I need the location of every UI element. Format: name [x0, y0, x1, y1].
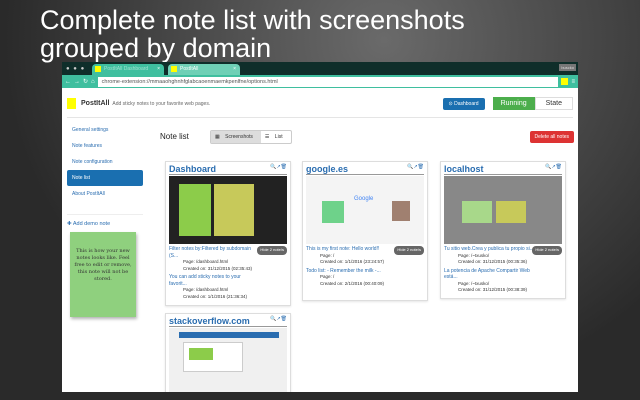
label: Screenshots [225, 134, 253, 140]
address-bar: ← → ↻ ⌂ chrome-extension://mmaaohghnhfglabc… [62, 75, 578, 88]
running-toggle[interactable]: Running [492, 97, 535, 110]
hide-notes-button[interactable]: Hide 2 note/s [257, 246, 287, 255]
tab-label: PostItAll [180, 66, 199, 72]
note-link[interactable]: You can add sticky notes to your favorit… [169, 274, 287, 287]
window-controls[interactable]: ● ● ● [66, 66, 85, 72]
postitall-extension-icon[interactable] [561, 78, 569, 85]
domain-card: Dashboard 🔍↗🗑 Filter notes by:Filtered by… [165, 161, 291, 306]
add-demo-note-button[interactable]: ✚ Add demo note [67, 214, 143, 227]
note-link[interactable]: Filter notes by:Filtered by subdomain (S… [169, 246, 287, 259]
dashboard-button[interactable]: ⊙ Dashboard [442, 97, 485, 110]
tab-dashboard[interactable]: PostItAll Dashboard × [92, 64, 164, 75]
note-link[interactable]: La potencia de Apache Compartir Web está… [444, 268, 562, 281]
domain-card: localhost 🔍↗🗑 Tu sitio web.Crea y publica… [440, 161, 566, 299]
home-icon[interactable]: ⌂ [91, 79, 95, 85]
note-title: This is my first note: Hello world!! [306, 246, 380, 252]
domain-title[interactable]: stackoverflow.com [169, 316, 250, 326]
url-input[interactable]: chrome-extension://mmaaohghnhfglabcaoenm… [97, 76, 559, 87]
label: List [274, 134, 283, 140]
promo-headline: Complete note list with screenshots group… [40, 6, 465, 62]
note-title: Filter notes by:Filtered by subdomain (S… [169, 246, 251, 259]
browser-window: ● ● ● PostItAll Dashboard × PostItAll × bu… [62, 62, 578, 392]
note-created: Created on: 31/12/2015 (02:35:43) [183, 265, 253, 271]
view-toggle: ▦ Screenshots ☰ List [210, 130, 292, 144]
sidebar-item-about[interactable]: About PostItAll [67, 186, 143, 202]
note-link[interactable]: Todo list: - Remember the milk -... [306, 268, 424, 275]
page-screenshot[interactable] [169, 328, 287, 392]
close-icon[interactable]: × [233, 66, 236, 72]
brand-name: PostItAll [81, 100, 110, 107]
hide-notes-button[interactable]: Hide 2 note/s [394, 246, 424, 255]
close-icon[interactable]: × [157, 66, 160, 72]
note-title: Tu sitio web.Crea y publica tu propio si… [444, 246, 534, 252]
delete-all-notes-button[interactable]: Delete all notes [529, 131, 574, 143]
note-created: Created on: 31/12/2015 (00:38:39) [458, 287, 528, 292]
screenshots-view-button[interactable]: ▦ Screenshots [211, 131, 261, 143]
page-screenshot[interactable] [169, 176, 287, 244]
headline-line: Complete note list with screenshots [40, 5, 465, 35]
sidebar-item-note-features[interactable]: Note features [67, 138, 143, 154]
tab-bar: ● ● ● PostItAll Dashboard × PostItAll × bu… [62, 62, 578, 75]
domain-card: google.es 🔍↗🗑 Google This is my first not… [302, 161, 428, 301]
note-created: Created on: 1/1/2016 (21:36:34) [183, 293, 248, 299]
sidebar-item-general-settings[interactable]: General settings [67, 122, 143, 138]
headline-line: grouped by domain [40, 33, 272, 63]
note-link[interactable]: This is my first note: Hello world!! Hide… [306, 246, 424, 255]
reload-icon[interactable]: ↻ [83, 78, 88, 85]
page-screenshot[interactable] [444, 176, 562, 244]
note-created: Created on: 31/12/2015 (00:35:36) [458, 259, 528, 264]
menu-icon[interactable]: ≡ [571, 79, 575, 85]
sidebar-item-note-list[interactable]: Note list [67, 170, 143, 186]
postitall-logo [67, 98, 76, 109]
card-actions-icons[interactable]: 🔍↗🗑 [407, 164, 424, 174]
domain-title[interactable]: localhost [444, 164, 484, 174]
tagline: Add sticky notes to your favorite web pa… [112, 100, 211, 107]
list-view-button[interactable]: ☰ List [261, 131, 291, 143]
sidebar: General settings Note features Note conf… [67, 122, 143, 317]
tab-options[interactable]: PostItAll × [168, 64, 240, 75]
add-demo-label: Add demo note [72, 221, 111, 227]
domain-title[interactable]: Dashboard [169, 164, 216, 174]
dashboard-label: Dashboard [454, 100, 479, 107]
domain-card: stackoverflow.com 🔍↗🗑 [165, 313, 291, 392]
note-link[interactable]: Tu sitio web.Crea y publica tu propio si… [444, 246, 562, 255]
card-actions-icons[interactable]: 🔍↗🗑 [545, 164, 562, 174]
sidebar-item-note-configuration[interactable]: Note configuration [67, 154, 143, 170]
profile-button[interactable]: buscko [559, 64, 576, 71]
page-title: Note list [160, 132, 189, 141]
note-created: Created on: 1/1/2016 (23:24:57) [320, 259, 385, 264]
hide-notes-button[interactable]: Hide 2 note/s [532, 246, 562, 255]
demo-sticky-note[interactable]: This is how your new notes looks like. F… [70, 232, 136, 317]
note-created: Created on: 2/1/2016 (00:40:09) [320, 280, 385, 286]
card-actions-icons[interactable]: 🔍↗🗑 [270, 164, 287, 174]
domain-title[interactable]: google.es [306, 164, 348, 174]
card-actions-icons[interactable]: 🔍↗🗑 [270, 316, 287, 326]
back-icon[interactable]: ← [65, 79, 71, 85]
tab-label: PostItAll Dashboard [104, 66, 149, 72]
forward-icon[interactable]: → [74, 79, 80, 85]
app-header: PostItAll Add sticky notes to your favor… [67, 90, 573, 118]
page-screenshot[interactable]: Google [306, 176, 424, 244]
state-button[interactable]: State [534, 97, 573, 110]
